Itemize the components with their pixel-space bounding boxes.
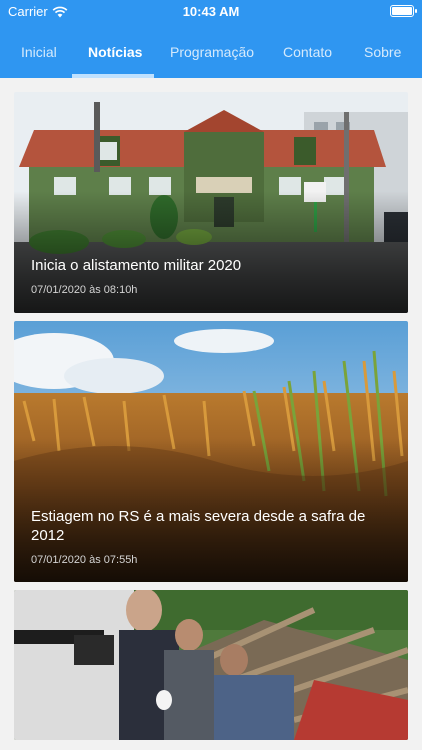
- tab-contato[interactable]: Contato: [283, 44, 332, 60]
- active-tab-indicator: [72, 74, 154, 78]
- news-card[interactable]: Inicia o alistamento militar 2020 07/01/…: [14, 92, 408, 313]
- tab-bar: Inicial Notícias Programação Contato Sob…: [0, 40, 422, 78]
- top-bar: Carrier 10:43 AM Inicial Notícias Progra…: [0, 0, 422, 78]
- collapsed-house-rescue-icon: [14, 590, 408, 740]
- status-time: 10:43 AM: [182, 4, 240, 19]
- status-bar: Carrier 10:43 AM: [0, 0, 422, 24]
- tab-sobre[interactable]: Sobre: [364, 44, 401, 60]
- news-title: Inicia o alistamento militar 2020: [31, 257, 242, 274]
- news-date: 07/01/2020 às 08:10h: [31, 284, 138, 296]
- tab-programacao[interactable]: Programação: [170, 44, 254, 60]
- news-date: 07/01/2020 às 07:55h: [31, 554, 138, 566]
- news-card[interactable]: [14, 590, 408, 740]
- tab-noticias[interactable]: Notícias: [88, 44, 142, 60]
- tab-inicial[interactable]: Inicial: [21, 44, 57, 60]
- battery-icon: [390, 5, 417, 17]
- news-title: Estiagem no RS é a mais severa desde a s…: [31, 508, 366, 544]
- news-card[interactable]: Estiagem no RS é a mais severa desde a s…: [14, 321, 408, 582]
